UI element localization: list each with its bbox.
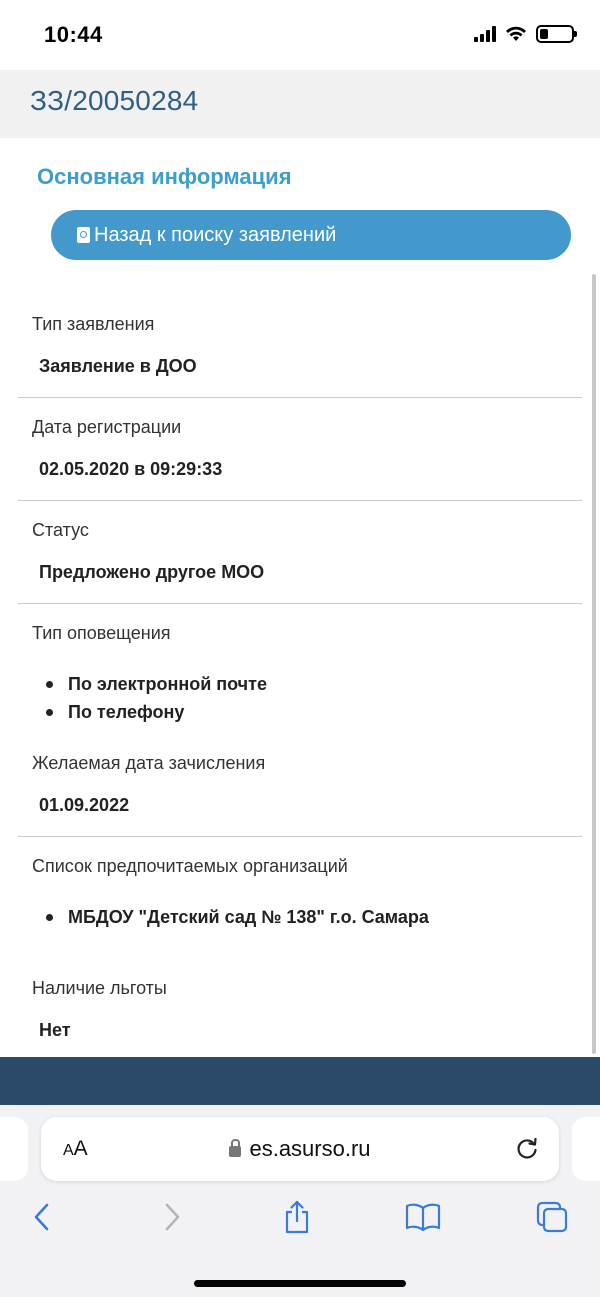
tabs-icon — [536, 1201, 568, 1233]
url-text: es.asurso.ru — [249, 1136, 371, 1161]
wifi-icon — [506, 26, 526, 41]
lock-icon — [229, 1139, 242, 1157]
notification-list: По электронной почте По телефону — [18, 670, 582, 726]
field-registration-date: Дата регистрации 02.05.2020 в 09:29:33 — [18, 417, 582, 480]
chevron-right-icon — [165, 1203, 180, 1231]
field-label: Тип оповещения — [32, 623, 171, 643]
back-nav-button[interactable] — [20, 1195, 64, 1239]
field-label: Тип заявления — [32, 314, 155, 334]
status-icons — [474, 25, 577, 43]
field-label: Дата регистрации — [32, 417, 182, 437]
tabs-button[interactable] — [530, 1195, 574, 1239]
field-application-type: Тип заявления Заявление в ДОО — [18, 314, 582, 377]
status-value: Предложено другое МОО — [39, 562, 265, 582]
cellular-signal-icon — [474, 26, 496, 42]
field-value: 02.05.2020 в 09:29:33 — [39, 459, 223, 479]
chevron-left-icon — [34, 1203, 49, 1231]
forward-nav-button[interactable] — [150, 1195, 194, 1239]
divider — [18, 500, 582, 501]
home-indicator[interactable] — [194, 1280, 406, 1287]
share-icon — [285, 1200, 309, 1234]
previous-tab[interactable] — [0, 1117, 28, 1181]
book-icon — [405, 1203, 441, 1232]
field-status: Статус Предложено другое МОО — [18, 520, 582, 583]
divider — [18, 603, 582, 604]
field-desired-date: Желаемая дата зачисления 01.09.2022 — [18, 753, 582, 816]
scrollbar[interactable] — [592, 274, 596, 1054]
divider — [18, 836, 582, 837]
status-time: 10:44 — [44, 22, 103, 47]
field-value: 01.09.2022 — [39, 795, 130, 815]
divider — [18, 397, 582, 398]
address-bar[interactable]: AA es.asurso.ru — [41, 1117, 559, 1181]
bookmarks-button[interactable] — [401, 1195, 445, 1239]
field-benefit: Наличие льготы Нет — [18, 978, 582, 1041]
back-to-search-button[interactable]: Назад к поиску заявлений — [51, 210, 571, 260]
share-button[interactable] — [275, 1195, 319, 1239]
reload-icon[interactable] — [513, 1135, 541, 1163]
back-to-search-label: Назад к поиску заявлений — [94, 223, 337, 246]
page-footer — [0, 1057, 600, 1105]
field-preferred-organizations: Список предпочитаемых организаций МБДОУ … — [18, 856, 582, 931]
list-item: МБДОУ "Детский сад № 138" г.о. Самара — [46, 903, 582, 931]
list-item: По электронной почте — [46, 670, 582, 698]
status-bar: 10:44 — [0, 0, 600, 70]
field-label: Наличие льготы — [32, 978, 167, 998]
browser-toolbar — [0, 1195, 600, 1255]
application-number: ЗЗ/20050284 — [30, 85, 199, 116]
next-tab[interactable] — [572, 1117, 600, 1181]
document-search-icon — [77, 227, 90, 243]
field-label: Статус — [32, 520, 89, 540]
field-notification-type: Тип оповещения По электронной почте По т… — [18, 623, 582, 726]
battery-icon — [536, 25, 577, 43]
organizations-list: МБДОУ "Детский сад № 138" г.о. Самара — [18, 903, 582, 931]
field-label: Список предпочитаемых организаций — [32, 856, 348, 876]
page-header: ЗЗ/20050284 — [0, 70, 600, 138]
field-label: Желаемая дата зачисления — [32, 753, 266, 773]
url-display[interactable]: es.asurso.ru — [41, 1136, 559, 1162]
field-value: Заявление в ДОО — [39, 356, 197, 376]
browser-bar: AA es.asurso.ru — [0, 1105, 600, 1297]
section-title: Основная информация — [37, 164, 292, 189]
field-value: Нет — [39, 1020, 71, 1040]
list-item: По телефону — [46, 698, 582, 726]
